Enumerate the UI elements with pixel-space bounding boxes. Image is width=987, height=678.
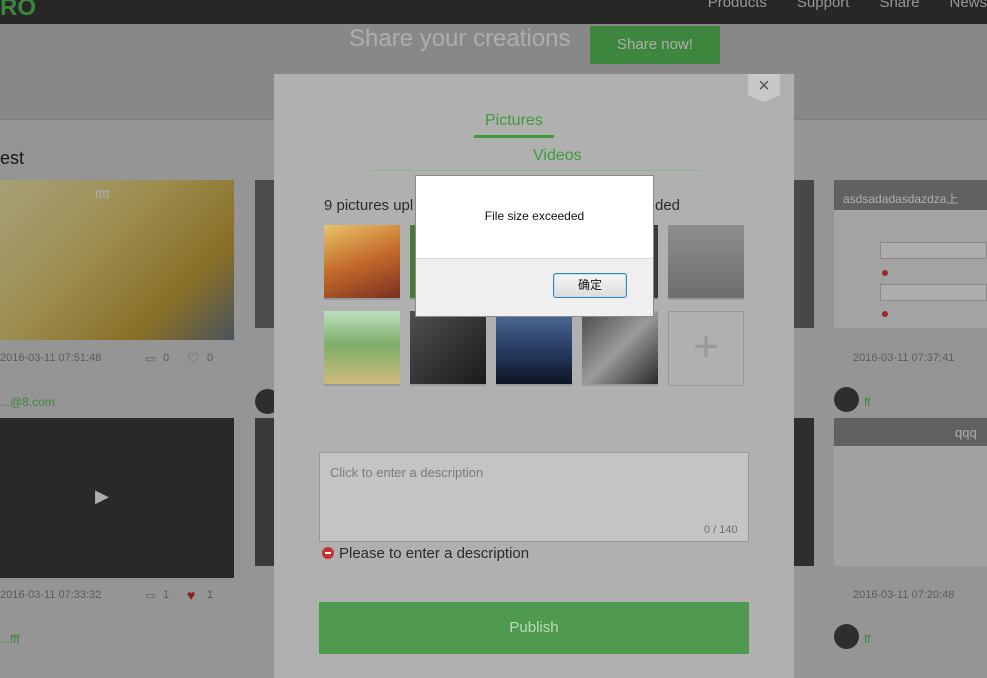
alert-message: File size exceeded: [484, 209, 585, 223]
character-counter: 0 / 140: [704, 524, 738, 536]
uploaded-thumbnail[interactable]: [324, 225, 400, 300]
error-icon: [322, 547, 334, 559]
ok-button[interactable]: 确定: [553, 273, 627, 298]
tab-videos[interactable]: Videos: [533, 147, 582, 165]
add-picture-button[interactable]: +: [668, 311, 744, 386]
uploaded-thumbnail[interactable]: [324, 311, 400, 386]
description-placeholder: Click to enter a description: [330, 465, 484, 480]
tab-divider: [370, 170, 700, 171]
active-tab-indicator: [474, 135, 554, 138]
uploaded-thumbnail[interactable]: [410, 311, 486, 386]
uploaded-count-text: 9 pictures upl: [324, 197, 413, 214]
uploaded-thumbnail[interactable]: [668, 225, 744, 300]
description-error-message: Please to enter a description: [339, 545, 530, 562]
publish-button[interactable]: Publish: [319, 602, 749, 654]
uploaded-count-prefix: 9 pictures upl: [324, 197, 414, 214]
uploaded-thumbnail[interactable]: [496, 311, 572, 386]
tab-pictures[interactable]: Pictures: [485, 112, 543, 130]
uploaded-thumbnail[interactable]: [582, 311, 658, 386]
plus-icon: +: [693, 322, 719, 371]
uploaded-count-suffix: ded: [655, 197, 681, 214]
